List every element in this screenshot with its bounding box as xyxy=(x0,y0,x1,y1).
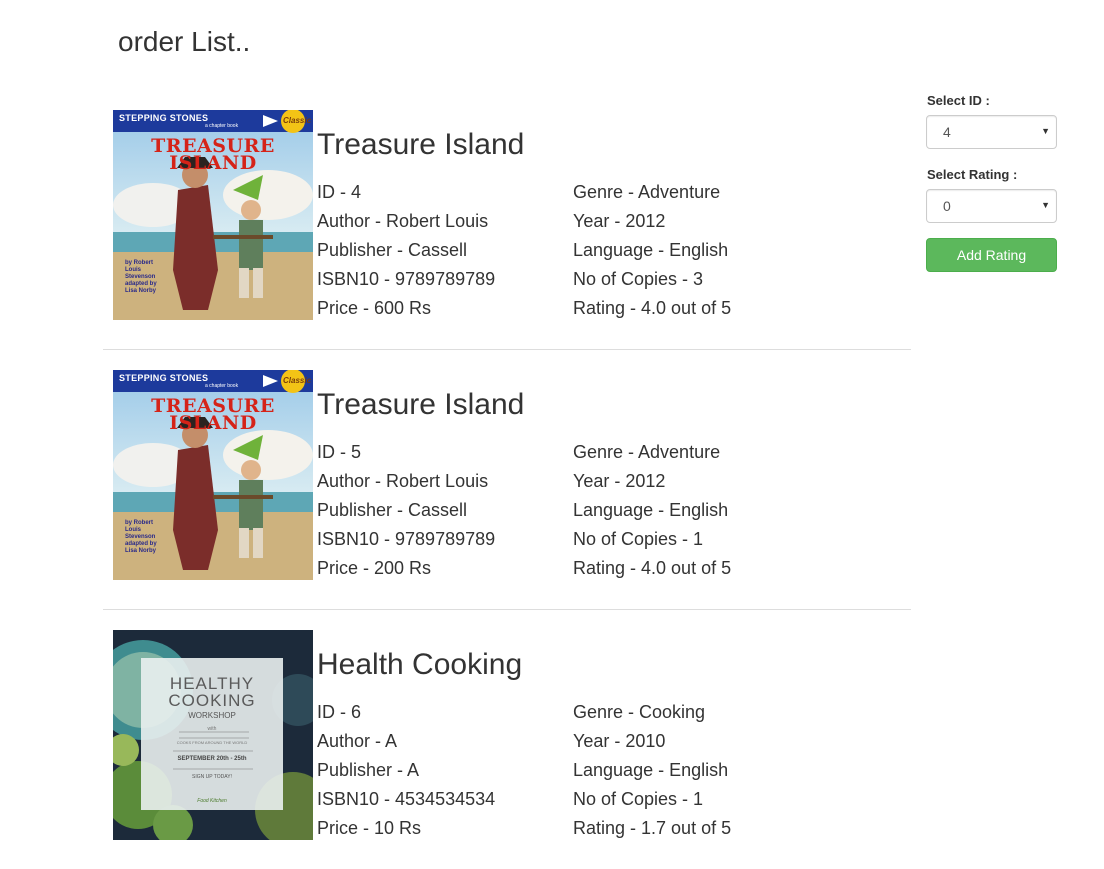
book-year: Year - 2012 xyxy=(573,471,666,491)
book-copies: No of Copies - 1 xyxy=(573,529,704,549)
book-author: Author - A xyxy=(317,731,398,751)
book-publisher: Publisher - Cassell xyxy=(317,240,468,260)
select-id-label: Select ID : xyxy=(927,93,990,108)
book-genre: Genre - Adventure xyxy=(573,442,721,462)
book-id: ID - 4 xyxy=(317,182,362,202)
book-cover-image: HEALTHY COOKING WORKSHOP with COOKS FROM… xyxy=(113,630,313,840)
book-cover-image: STEPPING STONES a chapter book Classic T… xyxy=(113,110,313,320)
book-genre: Genre - Adventure xyxy=(573,182,721,202)
book-isbn: ISBN10 - 9789789789 xyxy=(317,269,496,289)
book-item: STEPPING STONES a chapter book Classic T… xyxy=(103,110,911,321)
book-year: Year - 2012 xyxy=(573,211,666,231)
book-title: Treasure Island xyxy=(317,128,525,161)
book-title: Health Cooking xyxy=(317,648,523,681)
book-item: STEPPING STONES a chapter book Classic T… xyxy=(103,370,911,581)
book-language: Language - English xyxy=(573,500,729,520)
book-author: Author - Robert Louis xyxy=(317,211,489,231)
book-price: Price - 10 Rs xyxy=(317,818,422,838)
book-isbn: ISBN10 - 9789789789 xyxy=(317,529,496,549)
book-title: Treasure Island xyxy=(317,388,525,421)
book-rating: Rating - 1.7 out of 5 xyxy=(573,818,732,838)
caret-down-icon: ▼ xyxy=(1041,200,1050,210)
book-author: Author - Robert Louis xyxy=(317,471,489,491)
book-publisher: Publisher - A xyxy=(317,760,420,780)
caret-down-icon: ▼ xyxy=(1041,126,1050,136)
book-price: Price - 600 Rs xyxy=(317,298,432,318)
book-language: Language - English xyxy=(573,240,729,260)
select-id-dropdown[interactable]: 4 ▼ xyxy=(926,115,1057,149)
add-rating-button[interactable]: Add Rating xyxy=(926,238,1057,272)
book-id: ID - 5 xyxy=(317,442,362,462)
divider xyxy=(103,349,911,350)
book-genre: Genre - Cooking xyxy=(573,702,706,722)
select-rating-label: Select Rating : xyxy=(927,167,1018,182)
book-language: Language - English xyxy=(573,760,729,780)
page-title: order List.. xyxy=(118,26,251,57)
book-copies: No of Copies - 3 xyxy=(573,269,704,289)
book-item: HEALTHY COOKING WORKSHOP with COOKS FROM… xyxy=(103,630,911,841)
divider xyxy=(103,609,911,610)
select-id-value: 4 xyxy=(943,124,951,140)
book-year: Year - 2010 xyxy=(573,731,666,751)
book-id: ID - 6 xyxy=(317,702,362,722)
book-isbn: ISBN10 - 4534534534 xyxy=(317,789,496,809)
book-price: Price - 200 Rs xyxy=(317,558,432,578)
select-rating-dropdown[interactable]: 0 ▼ xyxy=(926,189,1057,223)
book-cover-image: STEPPING STONES a chapter book Classic T… xyxy=(113,370,313,580)
book-copies: No of Copies - 1 xyxy=(573,789,704,809)
select-rating-value: 0 xyxy=(943,198,951,214)
book-rating: Rating - 4.0 out of 5 xyxy=(573,558,732,578)
book-publisher: Publisher - Cassell xyxy=(317,500,468,520)
book-rating: Rating - 4.0 out of 5 xyxy=(573,298,732,318)
